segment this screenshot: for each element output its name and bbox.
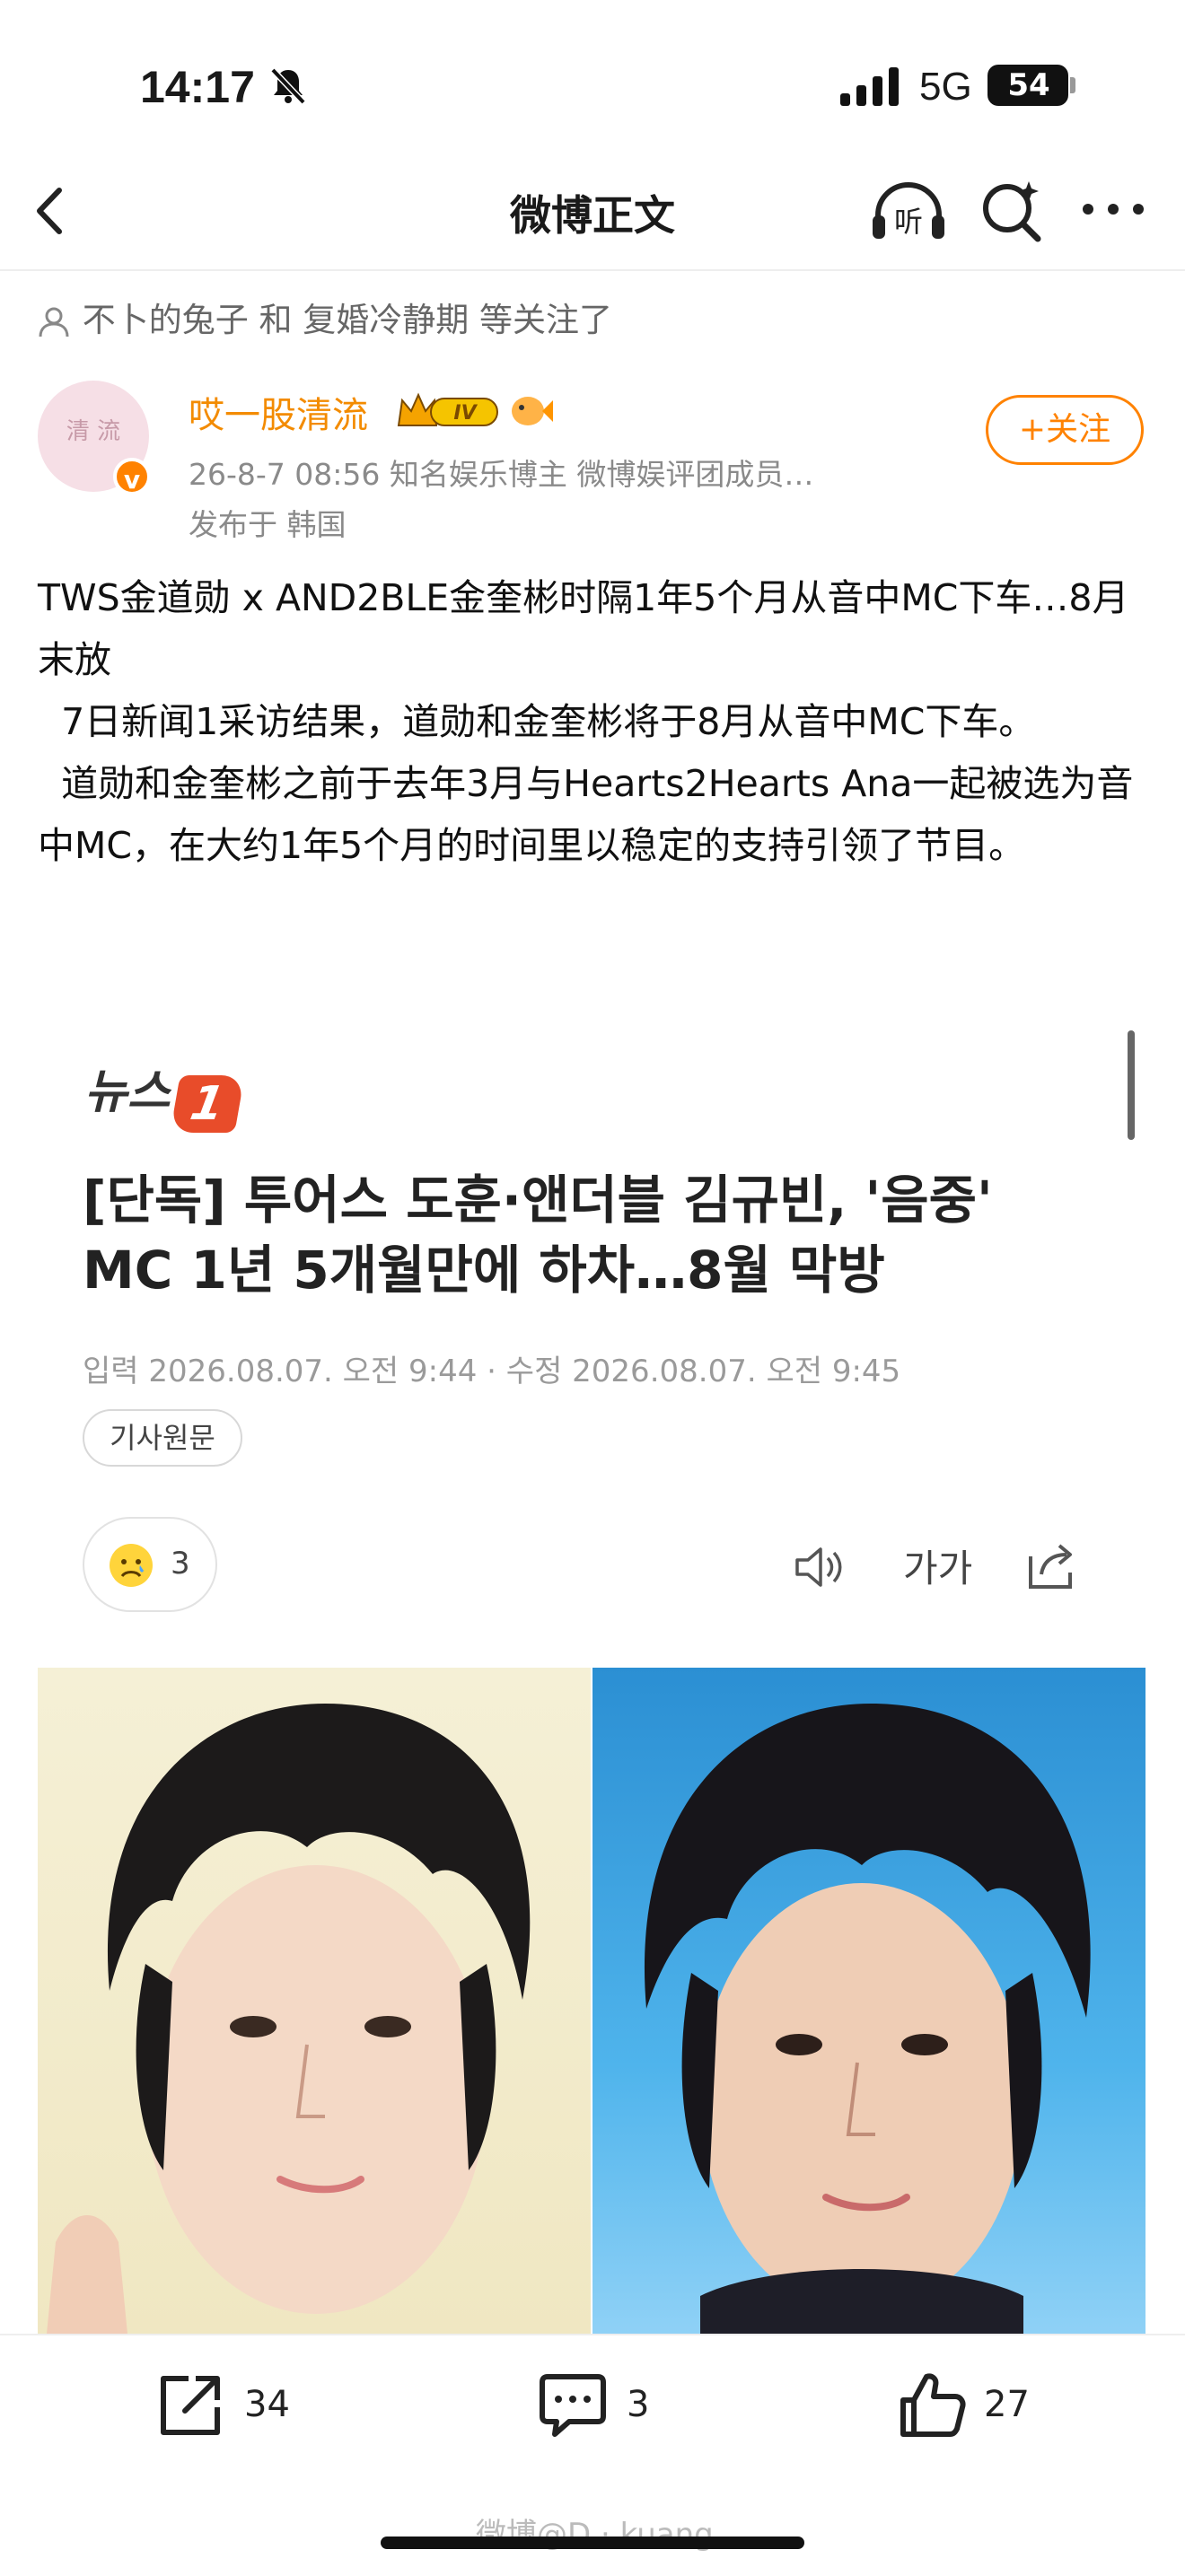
comment-icon[interactable] [537,2370,609,2441]
font-size-icon: 가가 [903,1546,973,1590]
bell-slash-icon [270,67,306,105]
followed-by-text: 不卜的兔子 和 复婚冷静期 等关注了 [82,301,613,339]
post-meta: 26-8-7 08:56 知名娱乐博主 微博娱评团成员… [189,457,814,492]
like-thumb-icon[interactable] [896,2370,968,2441]
listen-headphones-icon[interactable]: 听 [871,180,946,244]
share-icon [1029,1544,1072,1589]
news-logo-word: 뉴스 [84,1065,171,1119]
reaction-count: 3 [171,1546,190,1582]
article-headline: [단독] 투어스 도훈·앤더블 김규빈, '음중' MC 1년 5개월만에 하차… [83,1170,993,1301]
post-location: 发布于 韩国 [189,507,347,542]
portrait-right-illustration [644,1704,1091,2334]
article-dates: 입력 2026.08.07. 오전 9:44 · 수정 2026.08.07. … [83,1354,901,1389]
home-indicator[interactable] [381,2537,804,2549]
sad-face-icon [110,1544,153,1587]
back-chevron-icon[interactable] [27,180,72,242]
page-title: 微博正文 [510,191,675,240]
fish-badge-icon [512,397,553,425]
speaker-icon [795,1547,842,1587]
avatar-text: 清 流 [66,418,121,445]
like-count[interactable]: 27 [984,2384,1030,2425]
original-article-button: 기사원문 [83,1409,242,1467]
embedded-scrollbar [1128,1030,1135,1140]
photo-left [38,1668,591,2334]
verified-badge: v [113,458,151,495]
status-time: 14:17 [140,62,255,112]
network-type: 5G [919,65,972,109]
follow-button[interactable]: +关注 [986,395,1144,465]
level-crown-badge-icon: IV [397,392,498,426]
author-name[interactable]: 哎一股清流 [189,386,368,438]
post-paragraph: 道勋和金奎彬之前于去年3月与Hearts2Hearts Ana一起被选为音中MC… [38,762,1134,867]
post-paragraph: 7日新闻1采访结果，道勋和金奎彬将于8月从音中MC下车。 [38,700,1036,743]
followed-by-row[interactable]: 不卜的兔子 和 复婚冷静期 等关注了 [36,293,612,346]
person-outline-icon [39,307,69,337]
battery-level: 54 [1007,67,1050,103]
news1-logo: 뉴스 1 [84,1054,245,1133]
battery-cap [1070,77,1075,93]
portrait-left-illustration [47,1704,531,2334]
post-paragraph: TWS金道勋 x AND2BLE金奎彬时隔1年5个月从音中MC下车…8月末放 [38,576,1129,681]
news-logo-number: 1 [170,1074,245,1133]
level-badge-text: IV [453,402,478,425]
comment-count[interactable]: 3 [627,2384,649,2425]
search-sparkle-icon[interactable] [979,178,1045,244]
repost-count[interactable]: 34 [244,2384,290,2425]
svg-text:听: 听 [894,205,923,239]
more-dots-icon[interactable] [1077,176,1149,242]
repost-icon[interactable] [154,2370,226,2441]
post-body: TWS金道勋 x AND2BLE金奎彬时隔1年5个月从音中MC下车…8月末放 7… [38,567,1151,877]
signal-bars-icon [840,67,899,106]
photo-right [592,1668,1146,2334]
